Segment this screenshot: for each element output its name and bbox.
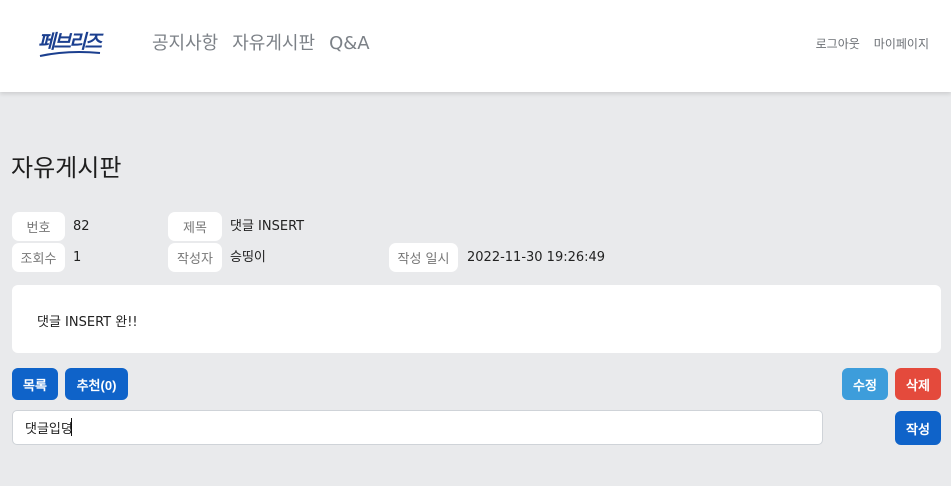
post-title-value: 댓글 INSERT bbox=[230, 219, 305, 234]
mypage-link[interactable]: 마이페이지 bbox=[874, 36, 929, 52]
edit-button[interactable]: 수정 bbox=[842, 368, 888, 400]
author-value: 승띵이 bbox=[230, 250, 266, 265]
logout-link[interactable]: 로그아웃 bbox=[816, 36, 860, 52]
list-button[interactable]: 목록 bbox=[12, 368, 58, 400]
comment-input[interactable] bbox=[12, 410, 823, 445]
navbar: 페브리즈 공지사항 자유게시판 Q&A 로그아웃 마이페이지 bbox=[0, 0, 951, 92]
date-value: 2022-11-30 19:26:49 bbox=[467, 250, 606, 265]
nav-link-free-board[interactable]: 자유게시판 bbox=[232, 32, 315, 56]
post-number-value: 82 bbox=[73, 219, 90, 234]
page-title: 자유게시판 bbox=[11, 154, 122, 182]
nav-link-qna[interactable]: Q&A bbox=[329, 32, 370, 56]
author-label: 작성자 bbox=[168, 243, 222, 272]
post-number-label: 번호 bbox=[12, 212, 65, 241]
text-caret bbox=[71, 418, 72, 436]
recommend-button[interactable]: 추천(0) bbox=[65, 368, 128, 400]
date-label: 작성 일시 bbox=[389, 243, 458, 272]
user-menu: 로그아웃 마이페이지 bbox=[816, 36, 929, 52]
views-label: 조회수 bbox=[12, 243, 65, 272]
main-menu: 공지사항 자유게시판 Q&A bbox=[152, 32, 370, 56]
write-comment-button[interactable]: 작성 bbox=[895, 411, 941, 445]
brand-logo[interactable]: 페브리즈 bbox=[38, 28, 108, 60]
post-title-label: 제목 bbox=[168, 212, 222, 241]
post-content: 댓글 INSERT 완!! bbox=[37, 315, 138, 330]
delete-button[interactable]: 삭제 bbox=[895, 368, 941, 400]
logo-swoosh-icon bbox=[39, 51, 101, 57]
post-content-box: 댓글 INSERT 완!! bbox=[12, 285, 941, 353]
nav-link-notice[interactable]: 공지사항 bbox=[152, 32, 218, 56]
views-value: 1 bbox=[73, 250, 82, 265]
